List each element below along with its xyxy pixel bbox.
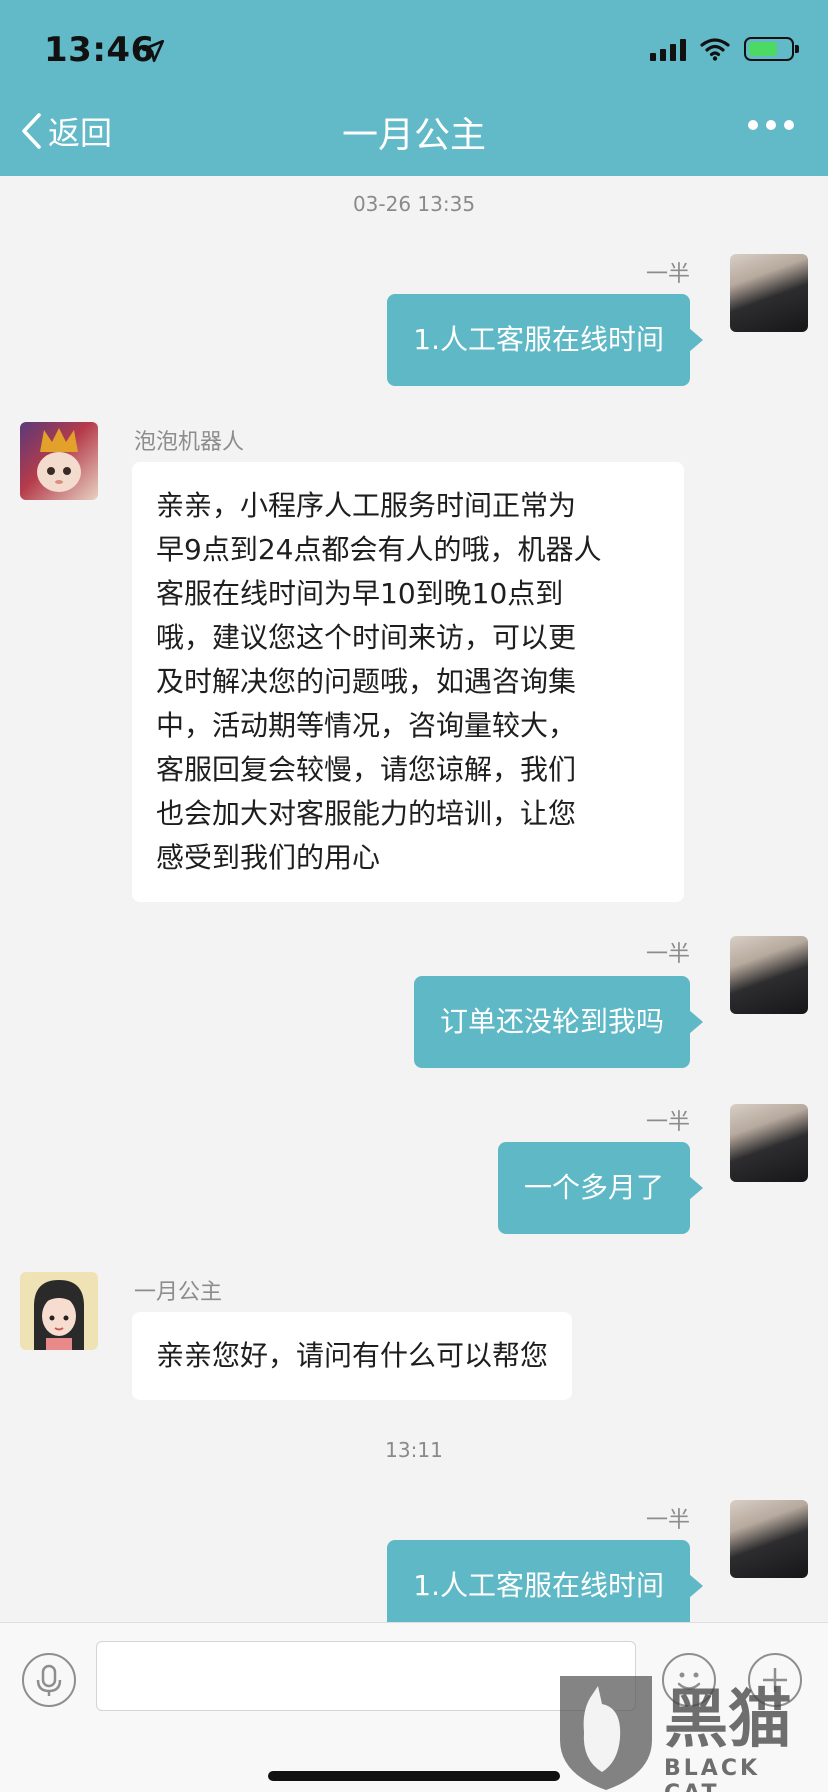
avatar[interactable] xyxy=(730,1104,808,1182)
sender-name: 一半 xyxy=(645,942,690,967)
cellular-signal-icon xyxy=(650,37,686,61)
sender-name: 一半 xyxy=(645,1110,690,1135)
princess-avatar-icon xyxy=(34,1280,84,1350)
message-bubble-outgoing[interactable]: 一个多月了 xyxy=(497,1142,704,1234)
sender-name: 一半 xyxy=(645,1508,690,1533)
battery-level xyxy=(749,42,777,56)
location-arrow-icon xyxy=(141,39,165,63)
home-indicator xyxy=(268,1771,560,1781)
watermark-cn: 黑猫 xyxy=(664,1683,792,1757)
chat-screen: 13:46 返回 一月公主 03-26 13:35 一半 1.人工客服在线时间 … xyxy=(0,0,828,1792)
page-title: 一月公主 xyxy=(341,115,486,156)
battery-icon xyxy=(744,37,799,61)
watermark: 黑猫 BLACK CAT xyxy=(552,1668,822,1792)
status-time: 13:46 xyxy=(44,30,155,70)
sender-name: 一半 xyxy=(645,262,690,287)
avatar[interactable] xyxy=(730,1500,808,1578)
black-cat-shield-icon xyxy=(560,1676,652,1790)
message-line: 客服回复会较慢，请您谅解，我们 xyxy=(156,753,577,786)
chat-header: 13:46 返回 一月公主 xyxy=(0,0,828,176)
wifi-icon xyxy=(700,38,730,61)
message-bubble-outgoing[interactable]: 订单还没轮到我吗 xyxy=(413,976,704,1068)
message-line: 哦，建议您这个时间来访，可以更 xyxy=(156,621,577,654)
message-line: 中，活动期等情况，咨询量较大， xyxy=(156,709,577,742)
avatar[interactable] xyxy=(20,1272,98,1350)
message-line: 感受到我们的用心 xyxy=(156,841,381,874)
message-line: 客服在线时间为早10到晚10点到 xyxy=(156,577,564,610)
avatar[interactable] xyxy=(730,254,808,332)
microphone-icon[interactable] xyxy=(22,1653,76,1707)
sender-name: 泡泡机器人 xyxy=(134,430,245,455)
message-line: 早9点到24点都会有人的哦，机器人 xyxy=(156,533,602,566)
message-bubble-outgoing[interactable]: 1.人工客服在线时间 xyxy=(387,1540,703,1632)
sender-name: 一月公主 xyxy=(134,1280,223,1305)
message-bubble-outgoing[interactable]: 1.人工客服在线时间 xyxy=(387,294,703,386)
message-bubble-incoming[interactable]: 亲亲您好，请问有什么可以帮您 xyxy=(132,1312,573,1400)
message-line: 也会加大对客服能力的培训，让您 xyxy=(156,797,577,830)
watermark-en: BLACK CAT xyxy=(664,1756,761,1792)
message-line: 亲亲，小程序人工服务时间正常为 xyxy=(156,489,577,522)
timestamp: 03-26 13:35 xyxy=(352,192,476,216)
message-bubble-incoming[interactable]: 亲亲，小程序人工服务时间正常为 早9点到24点都会有人的哦，机器人 客服在线时间… xyxy=(132,462,684,902)
more-dots-icon[interactable] xyxy=(748,120,794,130)
message-line: 及时解决您的问题哦，如遇咨询集 xyxy=(156,665,577,698)
robot-avatar-icon xyxy=(37,428,81,492)
timestamp: 13:11 xyxy=(385,1438,443,1462)
avatar[interactable] xyxy=(730,936,808,1014)
avatar[interactable] xyxy=(20,422,98,500)
status-indicators xyxy=(650,34,799,64)
